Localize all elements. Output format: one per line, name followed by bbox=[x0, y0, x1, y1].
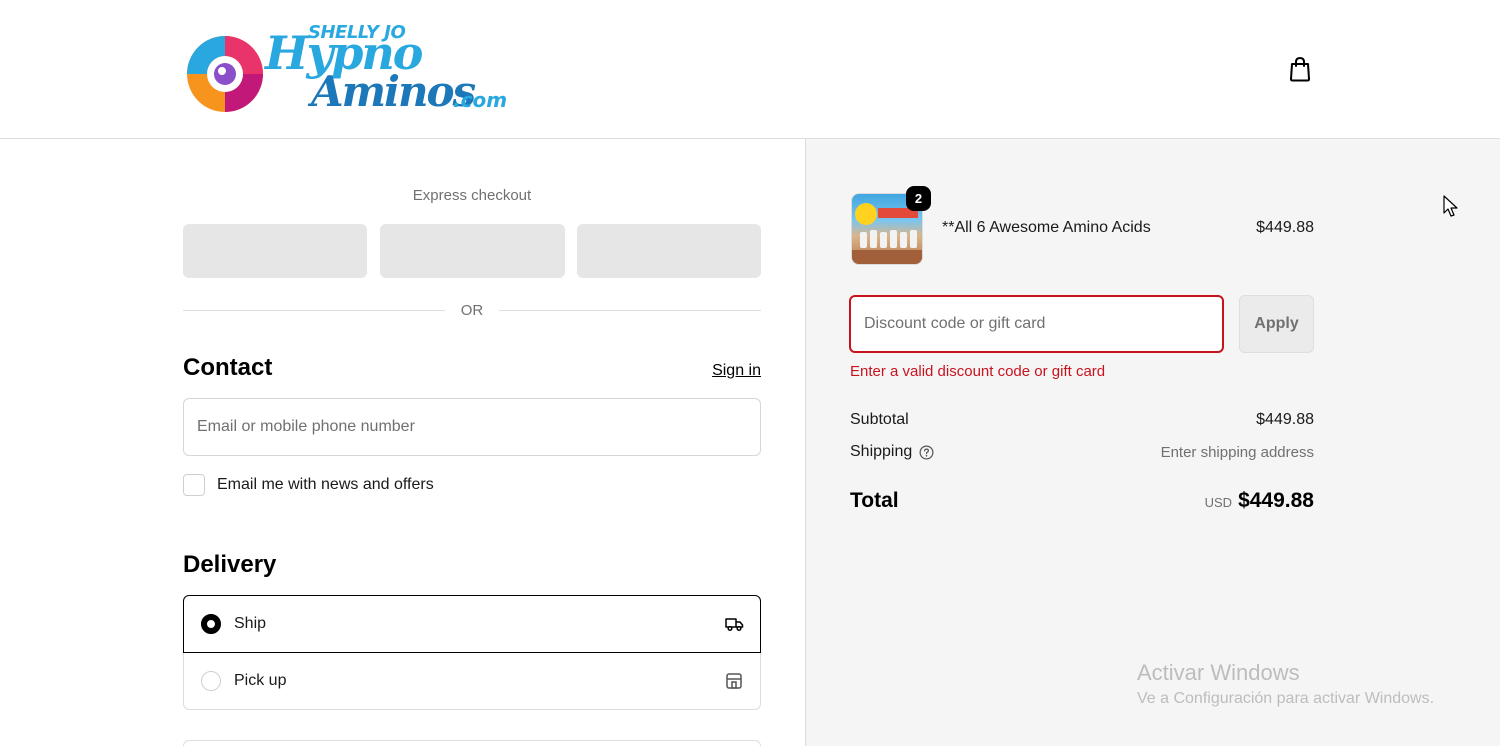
newsletter-option[interactable]: Email me with news and offers bbox=[183, 474, 434, 496]
discount-field bbox=[849, 295, 1224, 353]
cart-button[interactable] bbox=[1286, 55, 1314, 83]
ship-label: Ship bbox=[234, 615, 267, 632]
product-price: $449.88 bbox=[1256, 219, 1314, 236]
express-pay-button-2[interactable] bbox=[380, 224, 565, 278]
logo-swirl-icon bbox=[187, 36, 263, 112]
email-input[interactable] bbox=[184, 399, 760, 455]
delivery-title: Delivery bbox=[183, 551, 277, 578]
watermark-subtitle: Ve a Configuración para activar Windows. bbox=[1137, 690, 1435, 707]
mouse-cursor-icon bbox=[1443, 195, 1458, 217]
delivery-option-pickup[interactable]: Pick up bbox=[183, 652, 761, 710]
ship-radio[interactable] bbox=[201, 614, 221, 634]
newsletter-checkbox[interactable] bbox=[183, 474, 205, 496]
logo-text-suffix: .com bbox=[453, 88, 508, 112]
email-field bbox=[183, 398, 761, 456]
delivery-option-ship[interactable]: Ship bbox=[183, 595, 761, 653]
sign-in-link[interactable]: Sign in bbox=[700, 362, 761, 380]
total-currency: USD bbox=[1204, 495, 1233, 510]
or-divider: OR bbox=[183, 300, 761, 320]
windows-activation-watermark: Activar Windows Ve a Configuración para … bbox=[1137, 660, 1434, 708]
express-pay-button-1[interactable] bbox=[183, 224, 367, 278]
contact-title: Contact bbox=[183, 354, 273, 381]
total-value-group: USD $449.88 bbox=[1050, 489, 1314, 513]
product-name: **All 6 Awesome Amino Acids bbox=[942, 219, 1151, 236]
delivery-options: Ship Pick up bbox=[183, 595, 761, 711]
help-icon[interactable] bbox=[919, 445, 934, 460]
discount-error-message: Enter a valid discount code or gift card bbox=[850, 363, 1106, 380]
apply-discount-button[interactable]: Apply bbox=[1239, 295, 1314, 353]
subtotal-label: Subtotal bbox=[850, 411, 909, 428]
discount-input[interactable] bbox=[851, 297, 1222, 351]
watermark-title: Activar Windows bbox=[1137, 660, 1300, 685]
shopping-bag-icon bbox=[1290, 56, 1310, 82]
or-label: OR bbox=[446, 302, 498, 319]
truck-icon bbox=[725, 618, 744, 632]
total-amount: $449.88 bbox=[1238, 489, 1314, 512]
total-label: Total bbox=[850, 489, 899, 512]
express-checkout-title: Express checkout bbox=[412, 187, 532, 204]
shipping-value: Enter shipping address bbox=[1160, 444, 1314, 461]
pickup-label: Pick up bbox=[234, 671, 287, 689]
newsletter-label: Email me with news and offers bbox=[217, 476, 434, 493]
next-field-partial bbox=[183, 740, 761, 746]
store-logo[interactable]: SHELLY JO Hypno Aminos .com bbox=[183, 20, 507, 120]
pickup-radio[interactable] bbox=[201, 670, 221, 691]
shipping-label: Shipping bbox=[850, 443, 913, 460]
express-pay-button-3[interactable] bbox=[577, 224, 761, 278]
subtotal-value: $449.88 bbox=[1256, 411, 1314, 428]
store-icon bbox=[726, 672, 742, 689]
logo-text-second: Aminos bbox=[311, 67, 476, 116]
site-header: SHELLY JO Hypno Aminos .com bbox=[0, 0, 1500, 139]
quantity-badge: 2 bbox=[906, 186, 931, 211]
